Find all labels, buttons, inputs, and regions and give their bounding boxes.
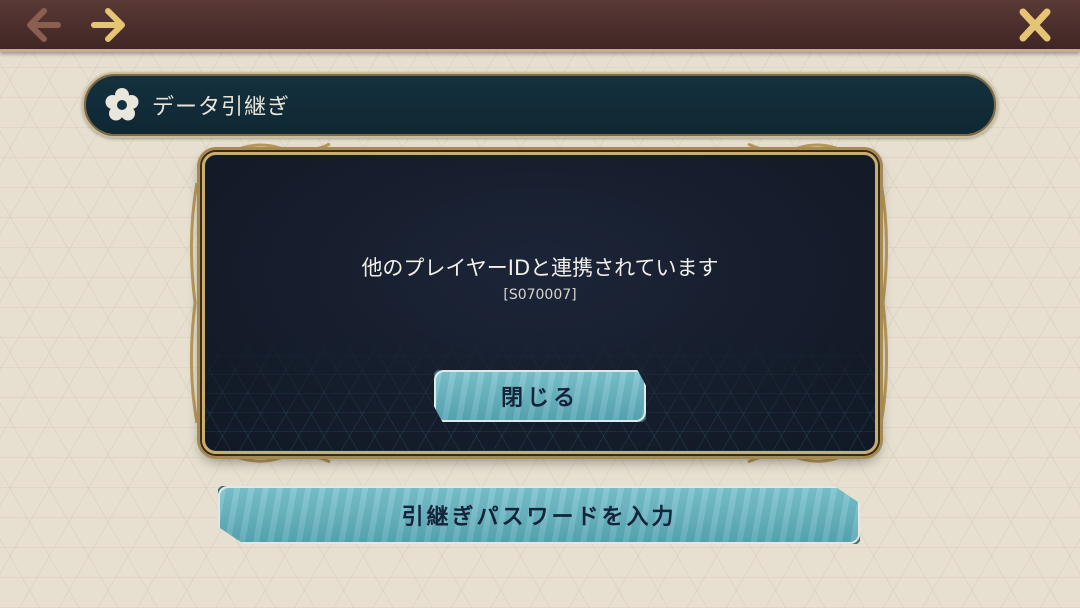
section-header: データ引継ぎ [82,72,998,138]
top-bar [0,0,1080,52]
dialog-close-button[interactable]: 閉じる [434,370,646,422]
flower-icon [105,88,139,121]
arrow-right-icon [91,8,125,42]
ornament-left [189,182,199,424]
enter-password-button[interactable]: 引継ぎパスワードを入力 [218,486,860,544]
close-button[interactable] [1012,3,1058,47]
close-x-icon [1019,8,1051,42]
dialog-close-label: 閉じる [500,386,579,411]
error-code: [S070007] [503,287,577,303]
arrow-left-icon [27,8,61,42]
dialog-message: 他のプレイヤーIDと連携されています [361,256,719,280]
section-title: データ引継ぎ [152,95,291,120]
forward-button[interactable] [86,3,132,47]
back-button[interactable] [20,3,66,47]
enter-password-label: 引継ぎパスワードを入力 [401,505,677,530]
